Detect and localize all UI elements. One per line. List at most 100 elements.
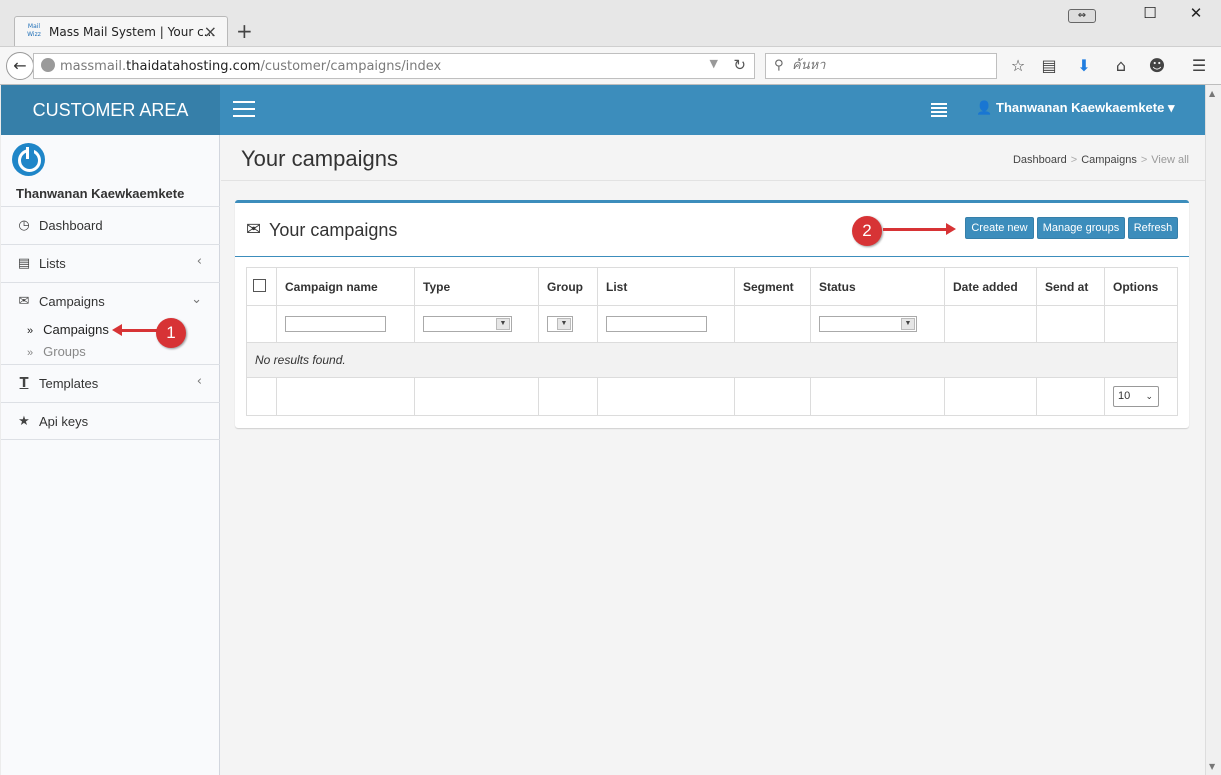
type-filter-select[interactable]: ▼ <box>423 316 512 332</box>
search-input[interactable] <box>792 58 982 73</box>
column-header[interactable]: Send at <box>1036 267 1105 306</box>
scroll-down-icon[interactable]: ▼ <box>1209 762 1215 771</box>
campaigns-table: Campaign name Type Group List Segment St… <box>246 267 1178 416</box>
manage-groups-button[interactable]: Manage groups <box>1037 217 1125 239</box>
reading-list-icon[interactable]: ▤ <box>1038 55 1060 77</box>
annotation-badge-1: 1 <box>156 318 186 348</box>
browser-chrome: Mail Wizz Mass Mail System | Your c... ×… <box>0 0 1221 85</box>
filter-cell: ▼ <box>810 305 945 343</box>
maximize-button[interactable]: ☐ <box>1130 4 1170 28</box>
sidebar-item-lists[interactable]: ▤ Lists ‹ <box>1 244 220 282</box>
filter-cell <box>944 305 1037 343</box>
url-text[interactable]: massmail.thaidatahosting.com/customer/ca… <box>60 59 441 74</box>
vertical-scrollbar[interactable]: ▲ ▼ <box>1205 85 1221 775</box>
browser-tab[interactable]: Mail Wizz Mass Mail System | Your c... × <box>14 16 228 47</box>
chevron-down-icon: ▼ <box>557 318 571 330</box>
sidebar-item-label: Templates <box>39 376 99 391</box>
window-close-button[interactable]: ✕ <box>1176 4 1216 28</box>
column-header[interactable]: Status <box>810 267 945 306</box>
breadcrumb-dashboard[interactable]: Dashboard <box>1013 154 1067 166</box>
group-filter-select[interactable]: ▼ <box>547 316 573 332</box>
sidebar-subitem-label: Groups <box>43 344 86 359</box>
footer-cell <box>944 377 1037 416</box>
emoji-icon[interactable]: ☻ <box>1146 55 1168 77</box>
url-bar[interactable]: massmail.thaidatahosting.com/customer/ca… <box>33 53 755 79</box>
sidebar-item-templates[interactable]: T Templates ‹ <box>1 364 220 402</box>
url-path: /customer/campaigns/index <box>260 59 442 74</box>
sidebar-subitem-campaigns[interactable]: » Campaigns <box>27 322 109 337</box>
filter-cell <box>246 305 277 343</box>
page-size-select[interactable]: 10 ⌄ <box>1113 386 1159 407</box>
filter-row: ▼ ▼ ▼ <box>246 305 1178 343</box>
footer-cell <box>414 377 539 416</box>
column-header: Options <box>1104 267 1178 306</box>
url-dropdown-icon[interactable]: ▼ <box>710 57 718 70</box>
sidebar-subitem-groups[interactable]: » Groups <box>27 344 86 359</box>
chevron-left-icon: ‹ <box>196 374 202 389</box>
footer-cell <box>276 377 415 416</box>
create-new-button[interactable]: Create new <box>965 217 1034 239</box>
new-tab-icon[interactable]: + <box>236 19 253 43</box>
footer-cell <box>734 377 811 416</box>
url-host: thaidatahosting.com <box>126 59 261 74</box>
sidebar-subitem-label: Campaigns <box>43 322 109 337</box>
select-all-checkbox[interactable] <box>253 278 266 292</box>
navigation-bar: ← massmail.thaidatahosting.com/customer/… <box>0 46 1221 84</box>
annotation-arrow-1 <box>112 324 157 336</box>
select-all-header <box>246 267 277 306</box>
chevron-down-icon: ▼ <box>901 318 915 330</box>
back-icon[interactable]: ← <box>6 52 34 80</box>
empty-message: No results found. <box>246 342 1178 378</box>
column-header[interactable]: Date added <box>944 267 1037 306</box>
breadcrumb-campaigns[interactable]: Campaigns <box>1081 154 1137 166</box>
column-header[interactable]: Type <box>414 267 539 306</box>
user-menu[interactable]: 👤 Thanwanan Kaewkaemkete ▾ <box>976 100 1175 116</box>
chevron-left-icon: ‹ <box>196 254 202 269</box>
header-divider <box>221 180 1205 181</box>
list-filter-input[interactable] <box>606 316 707 332</box>
scroll-up-icon[interactable]: ▲ <box>1209 89 1215 98</box>
sidebar-item-label: Api keys <box>39 414 89 429</box>
column-header[interactable]: Group <box>538 267 598 306</box>
filter-cell <box>734 305 811 343</box>
sidebar-item-dashboard[interactable]: ◷ Dashboard <box>1 206 220 244</box>
url-host-prefix: massmail. <box>60 59 127 74</box>
app-logo[interactable]: CUSTOMER AREA <box>1 85 220 135</box>
annotation-badge-2: 2 <box>852 216 882 246</box>
sidebar-item-label: Dashboard <box>39 218 103 233</box>
minimize-button[interactable]: ⇔ <box>1062 4 1102 28</box>
app-topbar: CUSTOMER AREA 👤 Thanwanan Kaewkaemkete ▾ <box>1 85 1205 135</box>
page-title: Your campaigns <box>241 146 398 171</box>
chevron-down-icon: ⌄ <box>191 292 202 307</box>
search-bar[interactable]: ⚲ <box>765 53 997 79</box>
filter-cell: ▼ <box>538 305 598 343</box>
footer-cell <box>538 377 598 416</box>
footer-cell <box>246 377 277 416</box>
download-icon[interactable]: ⬇ <box>1073 55 1095 77</box>
home-icon[interactable]: ⌂ <box>1110 55 1132 77</box>
tasks-icon[interactable] <box>931 103 947 117</box>
breadcrumb: Dashboard > Campaigns > View all <box>1012 154 1189 166</box>
sidebar-toggle-icon[interactable] <box>233 101 255 119</box>
sidebar-item-api-keys[interactable]: ★ Api keys <box>1 402 220 440</box>
table-header-row: Campaign name Type Group List Segment St… <box>246 267 1178 306</box>
status-filter-select[interactable]: ▼ <box>819 316 917 332</box>
tab-title: Mass Mail System | Your c... <box>49 25 216 39</box>
refresh-button[interactable]: Refresh <box>1128 217 1178 239</box>
tab-close-icon[interactable]: × <box>204 22 217 41</box>
sidebar-item-label: Campaigns <box>39 294 105 309</box>
campaigns-box: ✉ Your campaigns Create new Manage group… <box>235 200 1189 428</box>
column-header[interactable]: List <box>597 267 735 306</box>
menu-icon[interactable]: ☰ <box>1188 55 1210 77</box>
column-header[interactable]: Campaign name <box>276 267 415 306</box>
page-viewport: CUSTOMER AREA 👤 Thanwanan Kaewkaemkete ▾ … <box>1 85 1205 775</box>
double-chevron-icon: » <box>27 325 34 337</box>
envelope-icon: ✉ <box>18 294 30 309</box>
main-content: Your campaigns Dashboard > Campaigns > View … <box>221 135 1205 775</box>
bookmark-star-icon[interactable]: ☆ <box>1007 55 1029 77</box>
campaign-name-filter-input[interactable] <box>285 316 386 332</box>
reload-icon[interactable]: ↻ <box>733 56 746 74</box>
favicon-icon: Mail Wizz <box>27 23 41 38</box>
envelope-icon: ✉ <box>246 219 262 240</box>
sidebar: Thanwanan Kaewkaemkete ◷ Dashboard ▤ Lis… <box>1 135 220 775</box>
